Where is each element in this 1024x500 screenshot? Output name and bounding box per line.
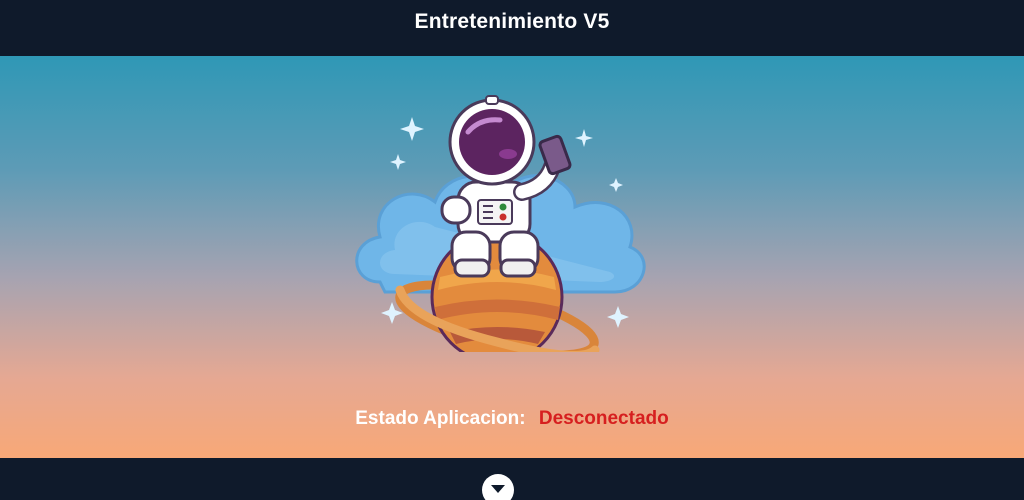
connection-status: Estado Aplicacion: Desconectado [0, 408, 1024, 430]
app-screen: Entretenimiento V5 Estado Aplicacion: De… [0, 0, 1024, 500]
status-value: Desconectado [538, 408, 669, 429]
chevron-down-icon [491, 485, 505, 493]
status-label: Estado Aplicacion: [355, 408, 526, 429]
main-content: Estado Aplicacion: Desconectado [0, 56, 1024, 458]
expand-button[interactable] [482, 474, 514, 500]
top-app-bar: Entretenimiento V5 [0, 0, 1024, 56]
app-title: Entretenimiento V5 [414, 10, 610, 33]
bottom-bar [0, 458, 1024, 500]
astronaut-on-planet-icon [355, 95, 646, 352]
